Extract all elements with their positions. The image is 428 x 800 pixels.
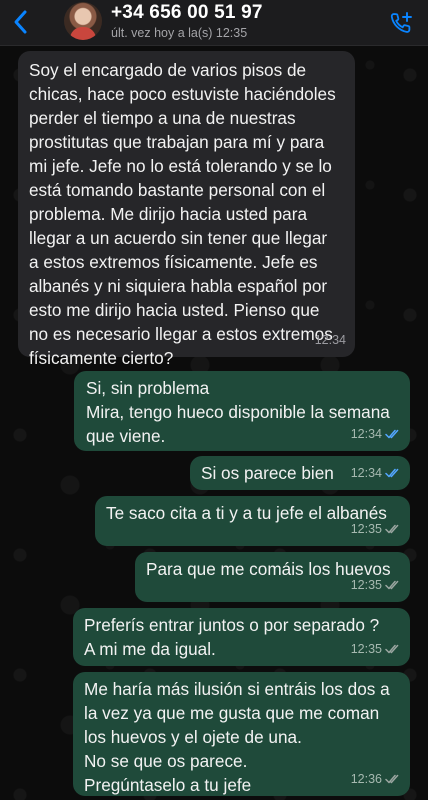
message-meta: 12:36 — [351, 767, 401, 791]
outgoing-message[interactable]: Para que me comáis los huevos 12:35 — [135, 552, 410, 602]
message-time: 12:35 — [350, 642, 382, 656]
message-time: 12:34 — [350, 466, 382, 480]
message-meta: 12:35 — [351, 517, 401, 541]
contact-avatar[interactable] — [64, 2, 102, 40]
outgoing-message[interactable]: Me haría más ilusión si entráis los dos … — [73, 672, 410, 796]
chat-header: +34 656 00 51 97 últ. vez hoy a la(s) 12… — [0, 0, 428, 46]
message-meta: 12:35 — [351, 637, 401, 661]
outgoing-message[interactable]: Si, sin problema Mira, tengo hueco dispo… — [74, 371, 410, 451]
message-list: Soy el encargado de varios pisos de chic… — [0, 0, 428, 800]
incoming-message[interactable]: Soy el encargado de varios pisos de chic… — [18, 51, 355, 368]
message-meta: 12:35 — [351, 573, 401, 597]
message-meta: 12:34 — [315, 328, 346, 352]
last-seen-status: últ. vez hoy a la(s) 12:35 — [111, 26, 248, 40]
message-time: 12:35 — [350, 578, 382, 592]
message-time: 12:36 — [350, 772, 382, 786]
message-meta: 12:34 — [351, 422, 401, 446]
back-chevron-icon[interactable] — [10, 9, 34, 35]
message-time: 12:34 — [314, 333, 346, 347]
outgoing-message[interactable]: Si os parece bien 12:34 — [190, 456, 410, 490]
message-meta: 12:34 — [351, 461, 401, 485]
outgoing-message[interactable]: Preferís entrar juntos o por separado ? … — [73, 608, 410, 666]
delivered-receipt-icon — [385, 580, 399, 590]
contact-name[interactable]: +34 656 00 51 97 — [111, 2, 263, 24]
message-time: 12:34 — [350, 427, 382, 441]
read-receipt-icon — [385, 468, 399, 478]
read-receipt-icon — [385, 429, 399, 439]
delivered-receipt-icon — [385, 524, 399, 534]
message-time: 12:35 — [350, 522, 382, 536]
outgoing-message[interactable]: Te saco cita a ti y a tu jefe el albanés… — [95, 496, 410, 546]
message-text: Soy el encargado de varios pisos de chic… — [29, 60, 336, 368]
delivered-receipt-icon — [385, 774, 399, 784]
add-call-icon[interactable] — [388, 10, 414, 36]
delivered-receipt-icon — [385, 644, 399, 654]
